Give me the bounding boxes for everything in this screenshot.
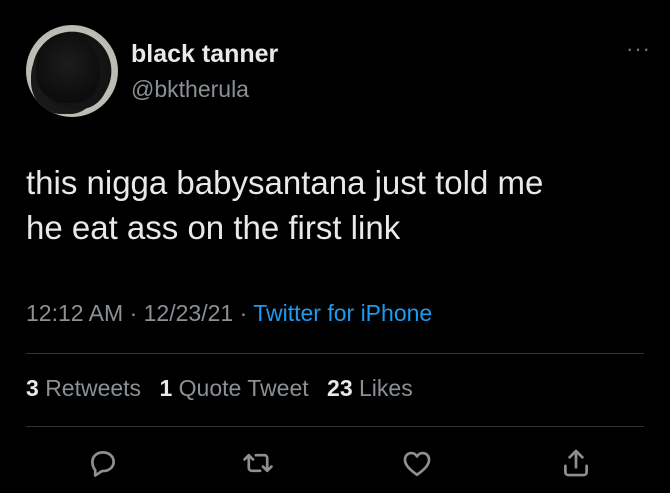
share-button[interactable] xyxy=(559,446,593,480)
reply-button[interactable] xyxy=(86,446,120,480)
meta-separator: · xyxy=(239,300,248,326)
quote-tweets-count: 1 xyxy=(159,375,173,401)
quote-tweets-stat[interactable]: 1 Quote Tweet xyxy=(159,375,308,401)
tweet-time[interactable]: 12:12 AM xyxy=(26,300,123,326)
tweet-actions xyxy=(0,446,670,482)
like-button[interactable] xyxy=(400,446,434,480)
tweet-card: black tanner @bktherula ··· this nigga b… xyxy=(0,0,670,493)
tweet-text-line: he eat ass on the first link xyxy=(26,209,401,246)
tweet-stats: 3 Retweets 1 Quote Tweet 23 Likes xyxy=(26,375,425,402)
retweets-stat[interactable]: 3 Retweets xyxy=(26,375,141,401)
tweet-source-link[interactable]: Twitter for iPhone xyxy=(253,300,432,326)
tweet-meta: 12:12 AM · 12/23/21 · Twitter for iPhone xyxy=(26,300,432,327)
user-handle[interactable]: @bktherula xyxy=(131,76,249,103)
display-name[interactable]: black tanner xyxy=(131,40,278,69)
quote-tweets-label: Quote Tweet xyxy=(178,375,309,401)
retweets-count: 3 xyxy=(26,375,39,401)
tweet-text: this nigga babysantana just told me he e… xyxy=(26,160,646,250)
like-icon xyxy=(403,451,431,477)
retweet-button[interactable] xyxy=(241,446,275,480)
retweets-label: Retweets xyxy=(45,375,142,401)
avatar[interactable] xyxy=(26,25,118,117)
tweet-date[interactable]: 12/23/21 xyxy=(144,300,234,326)
likes-label: Likes xyxy=(359,375,413,401)
more-options-icon[interactable]: ··· xyxy=(626,38,651,60)
reply-icon xyxy=(91,451,115,477)
divider xyxy=(26,353,644,354)
likes-count: 23 xyxy=(327,375,353,401)
tweet-text-line: this nigga babysantana just told me xyxy=(26,164,544,201)
divider xyxy=(26,426,644,427)
meta-separator: · xyxy=(129,300,138,326)
share-icon xyxy=(564,449,588,477)
likes-stat[interactable]: 23 Likes xyxy=(327,375,413,401)
retweet-icon xyxy=(243,453,273,473)
